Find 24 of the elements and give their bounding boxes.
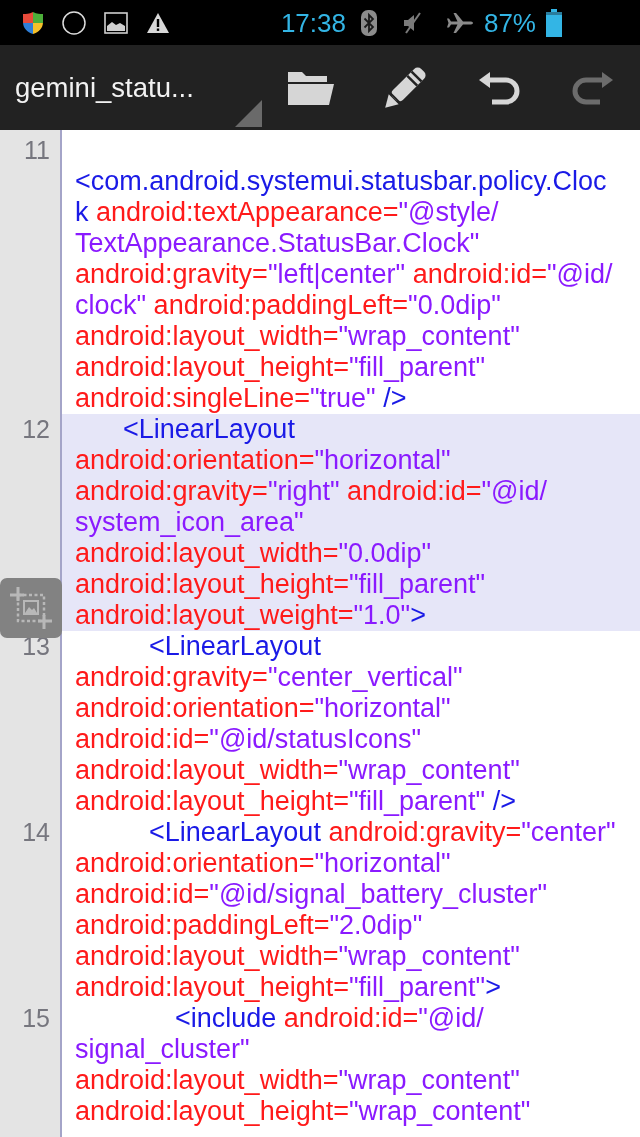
shield-icon (22, 10, 44, 35)
warning-icon (146, 11, 170, 34)
clock-time: 17:38 (280, 7, 346, 38)
undo-icon (478, 70, 520, 105)
line-number: 14 (22, 818, 50, 846)
code-line: <LinearLayout android:gravity="center" android:orientation="horizontal" android:id="@id/signal_battery_cluster" android:paddingLeft="2.0dip" android:layout_width="wrap_content" android:layout_height="fill_parent"> (74, 817, 617, 1003)
dropdown-corner-icon (235, 100, 262, 127)
folder-icon (287, 69, 335, 106)
crop-image-icon (9, 586, 53, 630)
battery-percent: 87% (483, 7, 536, 38)
file-dropdown[interactable]: gemini_statu... (0, 45, 264, 130)
airplane-icon (445, 10, 474, 35)
circle-icon (62, 10, 86, 35)
image-icon (104, 11, 128, 34)
muted-speaker-icon (401, 10, 422, 35)
line-number: 15 (22, 1004, 50, 1032)
line-number: 11 (24, 136, 50, 164)
code-line: <include android:id="@id/ signal_cluster" android:layout_width="wrap_content" android:layout_height="wrap_content" (74, 1003, 532, 1127)
battery-icon (545, 8, 563, 37)
redo-icon (572, 70, 614, 105)
code-line: <com.android.systemui.statusbar.policy.Cloc k android:textAppearance="@style/ TextAppearance.StatusBar.Clock" android:gravity="left|center" android:id="@id/ clock" android:paddingLeft="0.0dip" android:layout_width="wrap_content" android:layout_height="fill_parent" android:singleLine="true" /> (74, 165, 614, 414)
code-line: <LinearLayout android:gravity="center_vertical" android:orientation="horizontal" android:id="@id/statusIcons" android:layout_width="wrap_content" android:layout_height="fill_parent" /> (74, 631, 521, 817)
bluetooth-icon (360, 9, 377, 36)
line-number: 12 (22, 415, 50, 443)
